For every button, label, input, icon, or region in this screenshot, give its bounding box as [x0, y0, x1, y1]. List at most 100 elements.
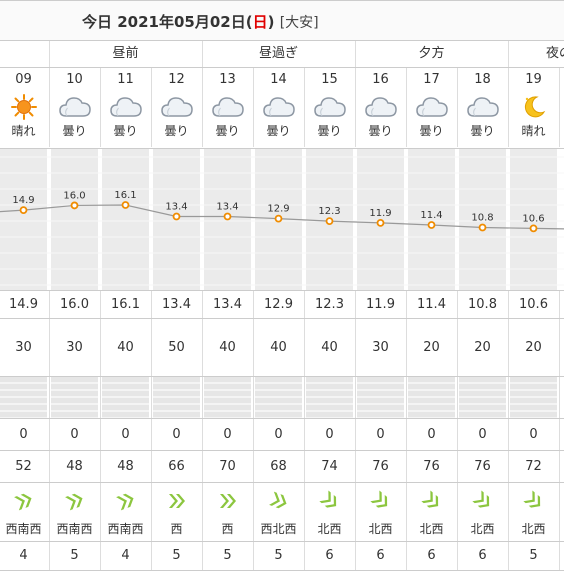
wind-cell: 西北西 [253, 483, 304, 541]
cloud-icon [457, 92, 508, 122]
precip-prob-cell: 40 [270, 340, 287, 355]
humidity-cell: 72 [525, 459, 542, 474]
wind-cell: 西南西 [100, 483, 151, 541]
wind-cell: 西 [151, 483, 202, 541]
column-divider [406, 291, 407, 318]
column-divider [508, 377, 509, 418]
column-divider [304, 542, 305, 570]
wind-speed-cell: 5 [172, 548, 181, 563]
weather-cell: 曇り [355, 92, 406, 147]
column-divider [457, 319, 458, 376]
column-divider [457, 291, 458, 318]
temperature-point-label: 11.9 [369, 208, 391, 219]
wind-speed-cell: 6 [478, 548, 487, 563]
wind-cell: 北西 [457, 483, 508, 541]
hour-cell: 19 [525, 72, 542, 87]
hour-cell: 10 [66, 72, 83, 87]
weather-cell: 曇り [406, 92, 457, 147]
cloud-icon [100, 92, 151, 122]
column-divider [151, 419, 152, 450]
precip-band-cell [255, 377, 302, 418]
wind-speed-cell: 5 [70, 548, 79, 563]
column-divider [304, 377, 305, 418]
precip-prob-cell: 30 [15, 340, 32, 355]
period-cell: 昼前 [112, 46, 139, 61]
weather-cell: 曇り [253, 92, 304, 147]
cloud-icon [253, 92, 304, 122]
weather-label: 曇り [419, 124, 444, 138]
temperature-point [529, 224, 538, 233]
precip-prob-cell: 20 [474, 340, 491, 355]
temperature-point [274, 214, 283, 223]
column-divider [457, 377, 458, 418]
wind-arrow-icon [355, 483, 406, 514]
humidity-cell: 48 [117, 459, 134, 474]
wind-direction-label: 西北西 [260, 522, 297, 536]
precip-prob-cell: 20 [525, 340, 542, 355]
column-divider [151, 291, 152, 318]
precip-prob-cell: 40 [117, 340, 134, 355]
wind-cell: 北西 [355, 483, 406, 541]
weather-cell: 曇り [304, 92, 355, 147]
wind-arrow-icon [0, 483, 49, 514]
precip-amount-cell: 0 [19, 427, 28, 442]
precip-amount-row: 0 0 0 0 0 0 0 0 0 0 0 [0, 419, 564, 450]
wind-direction-label: 西南西 [107, 522, 144, 536]
column-divider [355, 319, 356, 376]
date-close: ) [267, 13, 275, 31]
temperature-cell: 13.4 [162, 297, 191, 312]
column-divider [202, 377, 203, 418]
column-divider [508, 419, 509, 450]
temperature-point-label: 12.9 [267, 204, 289, 215]
column-divider [202, 542, 203, 570]
column-divider [151, 542, 152, 570]
weather-cell: 曇り [100, 92, 151, 147]
weather-label: 曇り [266, 124, 291, 138]
column-divider [151, 451, 152, 482]
wind-cell: 北西 [304, 483, 355, 541]
column-divider [202, 419, 203, 450]
temperature-cell: 14.9 [9, 297, 38, 312]
precip-prob-cell: 30 [66, 340, 83, 355]
temperature-cell: 11.9 [366, 297, 395, 312]
column-divider [304, 291, 305, 318]
hour-cell: 17 [423, 72, 440, 87]
precip-band-cell [408, 377, 455, 418]
column-divider [100, 451, 101, 482]
hour-cell: 14 [270, 72, 287, 87]
precip-band-cell [153, 377, 200, 418]
wind-arrow-icon [457, 483, 508, 514]
wind-speed-cell: 5 [529, 548, 538, 563]
cloud-icon [202, 92, 253, 122]
precip-band-cell [510, 377, 557, 418]
column-divider [49, 319, 50, 376]
column-divider [100, 542, 101, 570]
column-divider [355, 68, 356, 147]
wind-direction-label: 北西 [521, 522, 546, 536]
column-divider [406, 419, 407, 450]
column-divider [355, 451, 356, 482]
temperature-cell: 13.4 [213, 297, 242, 312]
precip-band-cell [459, 377, 506, 418]
column-divider [49, 68, 50, 147]
weather-cell: 晴れ [0, 92, 49, 147]
column-divider [508, 483, 509, 541]
column-divider [253, 319, 254, 376]
column-divider [151, 319, 152, 376]
column-divider [49, 377, 50, 418]
period-cell: 夜の [545, 46, 564, 61]
temperature-cell: 10.6 [519, 297, 548, 312]
precip-prob-row: 30 30 40 50 40 40 40 30 20 20 20 [0, 319, 564, 376]
wind-direction-label: 北西 [470, 522, 495, 536]
temperature-point-label: 10.6 [522, 213, 544, 224]
column-divider [457, 483, 458, 541]
precip-amount-cell: 0 [274, 427, 283, 442]
precip-prob-cell: 50 [168, 340, 185, 355]
hour-cell: 15 [321, 72, 338, 87]
wind-arrow-icon [100, 483, 151, 514]
column-divider [406, 377, 407, 418]
weather-label: 曇り [317, 124, 342, 138]
column-divider [151, 377, 152, 418]
column-divider [559, 377, 560, 418]
precip-band-cell [357, 377, 404, 418]
